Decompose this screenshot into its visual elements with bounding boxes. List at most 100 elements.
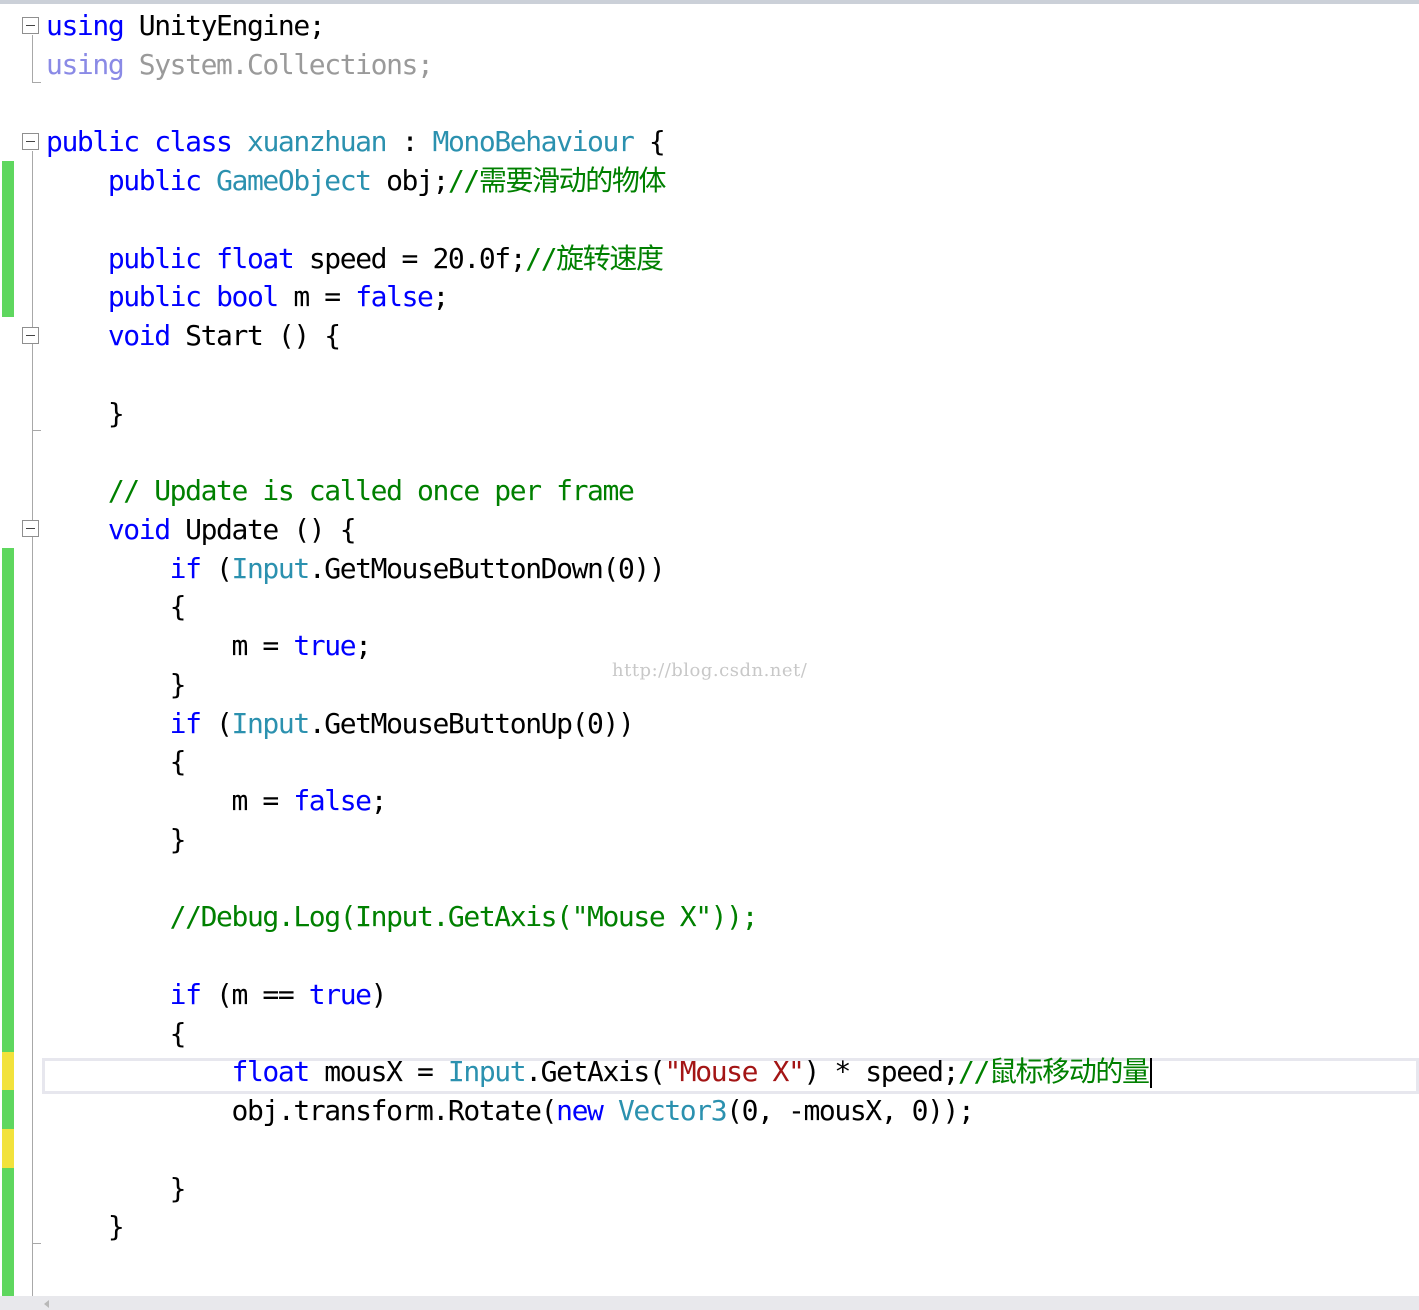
code-text: .GetMouseButtonDown(0)) (308, 551, 666, 585)
code-type: Input (231, 706, 311, 740)
code-type: Input (231, 551, 311, 585)
outline-guide-end (32, 430, 41, 431)
code-keyword: new (556, 1094, 604, 1127)
scroll-left-arrow-icon[interactable] (44, 1300, 49, 1308)
code-text: : (386, 125, 433, 159)
collapse-using-block-icon[interactable] (22, 17, 39, 34)
code-text: { (46, 1016, 187, 1050)
code-line[interactable] (46, 1130, 1419, 1169)
code-keyword: void (107, 512, 171, 546)
code-text: { (46, 745, 187, 779)
code-keyword: false (355, 280, 434, 314)
code-line[interactable] (46, 355, 1419, 394)
code-line[interactable]: public GameObject obj;//需要滑动的物体 (46, 161, 1419, 200)
code-line[interactable]: public float speed = 20.0f;//旋转速度 (46, 239, 1419, 278)
outline-guide-end (32, 1243, 41, 1244)
code-comment: //需要滑动的物体 (447, 164, 667, 197)
code-line[interactable]: if (Input.GetMouseButtonUp(0)) (46, 704, 1419, 743)
outline-guide-end (32, 82, 41, 83)
code-keyword: float (216, 241, 295, 275)
change-marker-saved (2, 161, 14, 317)
code-text: ; (370, 784, 388, 817)
code-text: { (46, 590, 187, 624)
code-text: ( (200, 551, 233, 585)
code-line[interactable]: void Update () { (46, 510, 1419, 549)
watermark: http://blog.csdn.net/ (612, 660, 808, 681)
code-line[interactable]: // Update is called once per frame (46, 471, 1419, 510)
code-keyword: float (231, 1055, 311, 1089)
code-comment: //鼠标移动的量 (958, 1055, 1150, 1089)
code-line[interactable]: public bool m = false; (46, 277, 1419, 316)
code-keyword: class (154, 125, 233, 159)
code-text: .GetMouseButtonUp(0)) (308, 706, 635, 740)
collapse-class-icon[interactable] (22, 133, 39, 150)
code-line[interactable]: } (46, 1207, 1419, 1246)
code-line[interactable]: //Debug.Log(Input.GetAxis("Mouse X")); (46, 897, 1419, 936)
code-text: System.Collections; (123, 47, 434, 81)
code-keyword: void (107, 319, 171, 352)
code-type: Input (447, 1055, 527, 1089)
code-line[interactable]: obj.transform.Rotate(new Vector3(0, -mou… (46, 1091, 1419, 1130)
code-line[interactable]: } (46, 394, 1419, 433)
code-text: } (46, 1210, 125, 1244)
collapse-start-method-icon[interactable] (22, 327, 39, 344)
code-keyword: public (107, 241, 202, 275)
code-line[interactable]: if (Input.GetMouseButtonDown(0)) (46, 549, 1419, 588)
code-comment: //旋转速度 (525, 241, 664, 275)
code-keyword: public (107, 164, 202, 197)
code-text: } (46, 396, 125, 430)
code-editor[interactable]: using UnityEngine; using System.Collectio… (0, 6, 1419, 1296)
code-line[interactable]: { (46, 1014, 1419, 1053)
code-line[interactable] (46, 200, 1419, 239)
code-comment: // Update is called once per frame (107, 474, 635, 507)
code-line[interactable]: using System.Collections; (46, 45, 1419, 84)
collapse-update-method-icon[interactable] (22, 520, 39, 537)
outline-guide (32, 151, 33, 1296)
code-text: { (633, 125, 666, 159)
code-text: speed = 20.0f; (293, 241, 527, 275)
code-line[interactable]: if (m == true) (46, 975, 1419, 1014)
code-string: "Mouse X" (664, 1055, 805, 1089)
code-text: ) (370, 977, 388, 1011)
code-line[interactable]: void Start () { (46, 316, 1419, 355)
code-line[interactable]: using UnityEngine; (46, 6, 1419, 45)
code-line[interactable]: public class xuanzhuan : MonoBehaviour { (46, 122, 1419, 161)
outline-guide (32, 35, 33, 83)
code-keyword: using (46, 9, 125, 42)
change-marker-saved (2, 1090, 14, 1129)
code-comment: //Debug.Log(Input.GetAxis("Mouse X")); (169, 900, 759, 934)
code-keyword: if (169, 551, 202, 585)
code-type: Vector3 (617, 1094, 728, 1127)
code-line[interactable] (46, 936, 1419, 975)
code-text: mousX = (308, 1055, 448, 1089)
horizontal-scrollbar[interactable] (0, 1296, 1419, 1310)
code-text: ( (200, 706, 233, 740)
code-text: } (46, 822, 187, 856)
code-text: ; (432, 280, 450, 314)
code-line[interactable]: { (46, 587, 1419, 626)
code-line[interactable]: { (46, 742, 1419, 781)
code-keyword: using (46, 47, 125, 81)
code-text: .GetAxis( (525, 1055, 666, 1089)
code-line[interactable] (46, 859, 1419, 898)
code-text: m = (277, 280, 356, 314)
code-line[interactable]: } (46, 820, 1419, 859)
code-line[interactable]: m = false; (46, 781, 1419, 820)
code-line[interactable]: } (46, 1169, 1419, 1208)
code-line[interactable]: float mousX = Input.GetAxis("Mouse X") *… (46, 1052, 1419, 1091)
code-line[interactable] (46, 84, 1419, 123)
change-marker-unsaved (2, 1129, 14, 1168)
code-line[interactable] (46, 432, 1419, 471)
